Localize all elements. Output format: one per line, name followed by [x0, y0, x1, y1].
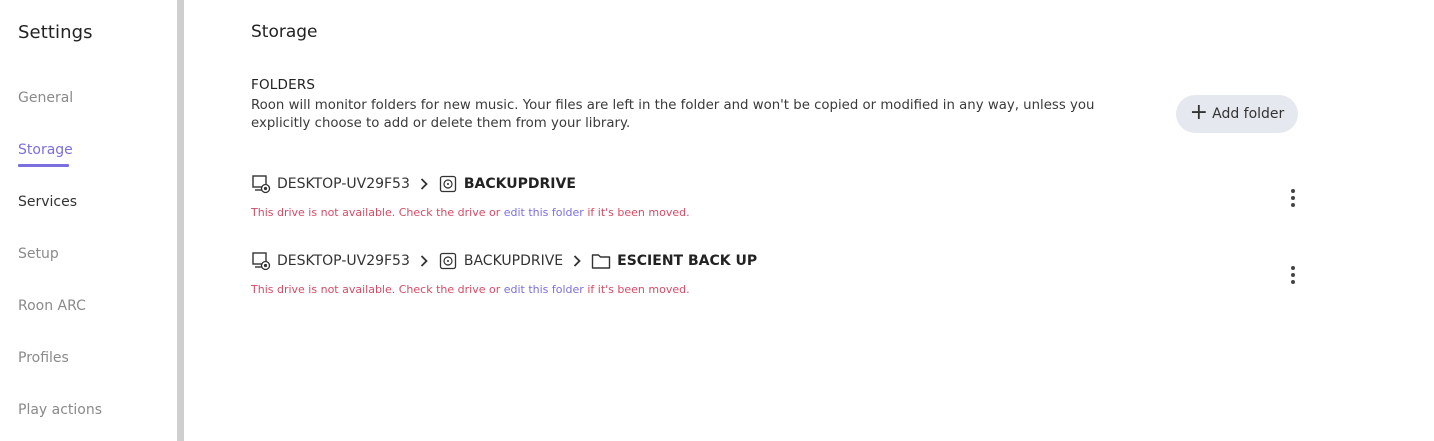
edit-folder-link[interactable]: edit this folder: [504, 283, 584, 296]
sidebar-item-services[interactable]: Services: [18, 194, 77, 210]
section-heading: FOLDERS: [251, 77, 316, 93]
add-folder-button[interactable]: + Add folder: [1176, 95, 1298, 133]
edit-folder-link[interactable]: edit this folder: [504, 206, 584, 219]
more-options-icon[interactable]: [1283, 263, 1303, 287]
sidebar-item-profiles[interactable]: Profiles: [18, 350, 69, 366]
path-segment-computer: DESKTOP-UV29F53: [277, 176, 410, 192]
path-segment-computer: DESKTOP-UV29F53: [277, 253, 410, 269]
chevron-right-icon: [420, 178, 428, 190]
chevron-right-icon: [420, 255, 428, 267]
sidebar-item-storage[interactable]: Storage: [18, 142, 73, 158]
sidebar-item-play-actions[interactable]: Play actions: [18, 402, 102, 418]
path-segment-folder: ESCIENT BACK UP: [617, 253, 758, 269]
folder-row: DESKTOP-UV29F53 BACKUPDRIVE ESCIENT BACK…: [251, 249, 1331, 299]
active-item-underline: [18, 164, 69, 167]
more-options-icon[interactable]: [1283, 186, 1303, 210]
folder-path: DESKTOP-UV29F53 BACKUPDRIVE ESCIENT BACK…: [251, 249, 1331, 273]
folder-row: DESKTOP-UV29F53 BACKUPDRIVE This drive i…: [251, 172, 1331, 222]
sidebar-scrollbar[interactable]: [177, 0, 184, 441]
sidebar-title: Settings: [18, 22, 93, 43]
folder-path: DESKTOP-UV29F53 BACKUPDRIVE: [251, 172, 1331, 196]
settings-window: Settings General Storage Services Setup …: [0, 0, 1434, 441]
error-text-suffix: if it's been moved.: [583, 206, 690, 219]
plus-icon: +: [1189, 100, 1209, 125]
error-text: This drive is not available. Check the d…: [251, 283, 504, 296]
main-content: Storage FOLDERS Roon will monitor folder…: [184, 0, 1434, 441]
drive-icon: [438, 251, 458, 271]
sidebar-item-general[interactable]: General: [18, 90, 73, 106]
add-folder-label: Add folder: [1212, 106, 1285, 122]
sidebar-item-setup[interactable]: Setup: [18, 246, 59, 262]
folder-icon: [591, 251, 611, 271]
chevron-right-icon: [573, 255, 581, 267]
error-text: This drive is not available. Check the d…: [251, 206, 504, 219]
path-segment-drive: BACKUPDRIVE: [463, 253, 564, 269]
section-description: Roon will monitor folders for new music.…: [251, 98, 1095, 131]
drive-icon: [438, 174, 458, 194]
network-computer-icon: [251, 174, 271, 194]
sidebar-item-roon-arc[interactable]: Roon ARC: [18, 298, 86, 314]
folder-error-message: This drive is not available. Check the d…: [251, 206, 690, 219]
error-text-suffix: if it's been moved.: [583, 283, 690, 296]
sidebar: Settings General Storage Services Setup …: [0, 0, 177, 441]
page-title: Storage: [251, 22, 318, 42]
folder-error-message: This drive is not available. Check the d…: [251, 283, 690, 296]
path-segment-drive: BACKUPDRIVE: [463, 176, 576, 192]
network-computer-icon: [251, 251, 271, 271]
